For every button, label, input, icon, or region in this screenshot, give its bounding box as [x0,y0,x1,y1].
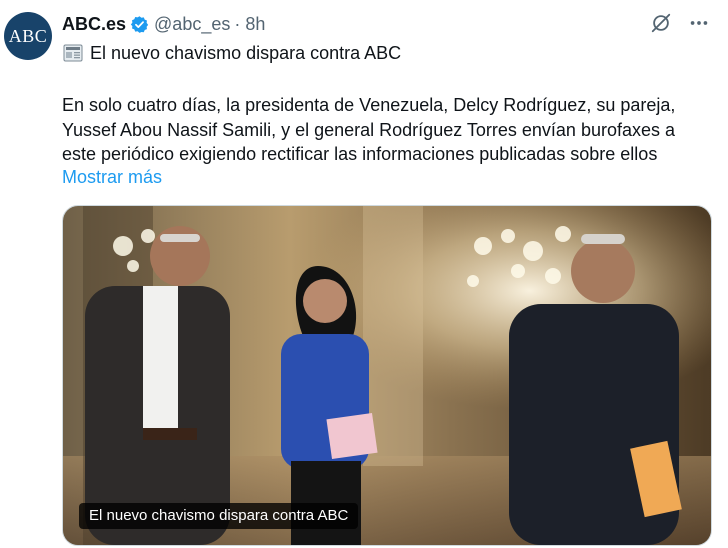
timestamp[interactable]: 8h [245,14,265,35]
separator-dot: · [234,13,241,34]
handle[interactable]: @abc_es [154,14,230,35]
avatar-text: ABC [8,25,48,46]
grok-icon[interactable] [650,12,672,34]
tweet-body: En solo cuatro días, la presidenta de Ve… [62,95,676,164]
show-more-link[interactable]: Mostrar más [62,167,162,188]
newspaper-emoji-icon [62,42,84,64]
verified-badge-icon [130,15,149,34]
tweet-headline: El nuevo chavismo dispara contra ABC [90,42,402,63]
avatar[interactable]: ABC [4,12,52,60]
tweet-headline-row: El nuevo chavismo dispara contra ABC [62,42,401,64]
tweet-media-photo[interactable]: El nuevo chavismo dispara contra ABC [62,205,712,546]
media-caption: El nuevo chavismo dispara contra ABC [79,503,359,529]
tweet-header: ABC.es @abc_es · 8h [62,13,265,35]
display-name[interactable]: ABC.es [62,14,126,35]
more-icon[interactable] [688,12,710,34]
